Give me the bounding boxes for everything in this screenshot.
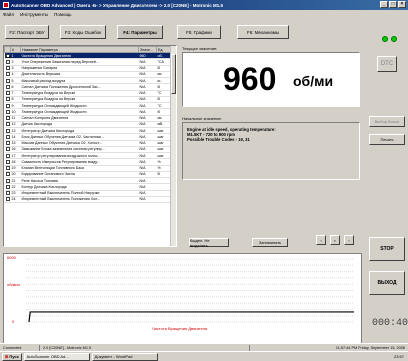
status-led-1: [382, 36, 388, 42]
row-checkbox[interactable]: [5, 84, 10, 89]
graph-canvas: [26, 258, 354, 323]
taskbar-app-wordpad[interactable]: Документ - WordPad: [91, 352, 158, 361]
exit-button[interactable]: ВЫХОД: [369, 271, 405, 295]
menu-tools[interactable]: Инструменты: [20, 12, 48, 17]
table-row[interactable]: 24 Инкрементный Выключатель Положения Хол…: [4, 196, 173, 204]
nav-next-button[interactable]: ›: [344, 235, 354, 245]
connection-status: Connected: [0, 344, 40, 351]
taskbar-clock: 23:57: [393, 354, 404, 359]
taskbar-app-autoscanner[interactable]: AutoScanner OBD Ad...: [23, 352, 90, 361]
row-checkbox[interactable]: [5, 72, 10, 77]
nav-mid-button[interactable]: ▪: [330, 235, 340, 245]
graph-y-unit: об/мин: [7, 282, 20, 287]
tab-error-codes[interactable]: F3: Коды Ошибок: [60, 25, 106, 39]
rpm-series-line: [28, 311, 354, 323]
current-value-header: Текущее значение:: [182, 46, 218, 51]
row-checkbox[interactable]: [5, 134, 10, 139]
menu-help[interactable]: Помощь: [54, 12, 71, 17]
arrow-left-icon: ‹: [320, 237, 322, 243]
graph-x-label: Частота Вращения Двигателя: [152, 326, 208, 331]
parameter-table: # Название Параметра Значе... Ед. 1 Часто…: [3, 45, 177, 247]
menu-file[interactable]: Файл: [3, 12, 14, 17]
nav-prev-button[interactable]: ‹: [316, 235, 326, 245]
graph-y-zero: 0: [12, 319, 15, 324]
row-checkbox[interactable]: [5, 166, 10, 171]
row-checkbox[interactable]: [5, 197, 10, 202]
window-title: AutoScanner OBD Advanced | Омега -Б- > У…: [11, 2, 224, 8]
row-checkbox[interactable]: [5, 153, 10, 158]
row-checkbox[interactable]: [5, 109, 10, 114]
datetime-status: 11:57:44 PM Friday, September 15, 2006: [335, 345, 405, 350]
tab-ecu-passport[interactable]: F2: Паспорт ЭБУ: [5, 25, 49, 39]
menu-bar: Файл Инструменты Помощь: [0, 10, 408, 18]
row-checkbox[interactable]: [5, 97, 10, 102]
remember-button[interactable]: Запоминать: [252, 238, 288, 247]
dtc-button[interactable]: DTC: [377, 56, 397, 72]
select-block-button[interactable]: Выбор Блока: [369, 116, 405, 127]
arrow-right-icon: ›: [348, 237, 350, 243]
row-checkbox[interactable]: [5, 103, 10, 108]
maximize-button[interactable]: □: [389, 1, 397, 8]
row-checkbox[interactable]: [5, 159, 10, 164]
row-name: Инкрементный Выключатель Положения Хол..…: [20, 196, 139, 204]
row-checkbox[interactable]: [5, 116, 10, 121]
row-checkbox[interactable]: [5, 191, 10, 196]
row-number: 24: [10, 196, 21, 204]
minimize-button[interactable]: _: [380, 1, 388, 8]
row-checkbox[interactable]: [5, 122, 10, 127]
row-checkbox[interactable]: [5, 141, 10, 146]
status-led-2: [391, 36, 397, 42]
ecu-status: 2.0 [C20NE] - Motronic M1.5: [40, 344, 250, 351]
row-checkbox[interactable]: [5, 78, 10, 83]
tab-strip: F2: Паспорт ЭБУ F3: Коды Ошибок F4: Пара…: [5, 23, 295, 41]
scrollbar-thumb[interactable]: [171, 54, 176, 94]
windows-logo-icon: ⊞: [5, 354, 9, 359]
print-button[interactable]: Печать: [369, 134, 405, 145]
start-value-line-3: Possible Trouble Codes - 19, 31: [187, 137, 250, 142]
start-button[interactable]: ⊞ Пуск: [2, 352, 22, 361]
start-label: Пуск: [9, 354, 19, 359]
row-value: N/A: [138, 196, 157, 204]
row-checkbox[interactable]: [5, 91, 10, 96]
stop-button[interactable]: STOP: [369, 237, 405, 261]
app-icon: [3, 2, 9, 8]
start-value-header: Начальное значение:: [182, 116, 222, 121]
square-icon: ▪: [334, 237, 336, 243]
select-all-button[interactable]: Выдел. Не выделять: [189, 238, 229, 248]
current-value-display: 960 об/ми: [182, 52, 360, 107]
rpm-graph: 6000 об/мин 0 Частота Вращения Двигателя: [3, 253, 362, 350]
row-checkbox[interactable]: [5, 53, 10, 58]
row-checkbox[interactable]: [5, 59, 10, 64]
row-checkbox[interactable]: [5, 172, 10, 177]
close-button[interactable]: ×: [398, 1, 406, 8]
row-checkbox[interactable]: [5, 184, 10, 189]
current-unit: об/ми: [293, 73, 334, 89]
tab-graphs[interactable]: F5: Графики: [177, 25, 221, 39]
table-scrollbar[interactable]: [170, 46, 176, 246]
row-checkbox[interactable]: [5, 128, 10, 133]
row-checkbox[interactable]: [5, 66, 10, 71]
session-timer: 000:40: [372, 318, 408, 329]
window-titlebar: AutoScanner OBD Advanced | Омега -Б- > У…: [0, 0, 408, 10]
current-value: 960: [223, 61, 277, 97]
tab-mechanisms[interactable]: F6: Механизмы: [237, 25, 289, 39]
tab-parameters[interactable]: F4: Параметры: [117, 25, 163, 39]
row-checkbox[interactable]: [5, 178, 10, 183]
window-controls: _ □ ×: [380, 1, 406, 8]
row-checkbox[interactable]: [5, 147, 10, 152]
taskbar: ⊞ Пуск AutoScanner OBD Ad... Документ - …: [0, 351, 408, 361]
start-value-panel: Engine at idle speed, operating temperat…: [182, 122, 360, 180]
status-bar: Connected 2.0 [C20NE] - Motronic M1.5 11…: [0, 343, 408, 351]
graph-y-max: 6000: [7, 255, 16, 260]
